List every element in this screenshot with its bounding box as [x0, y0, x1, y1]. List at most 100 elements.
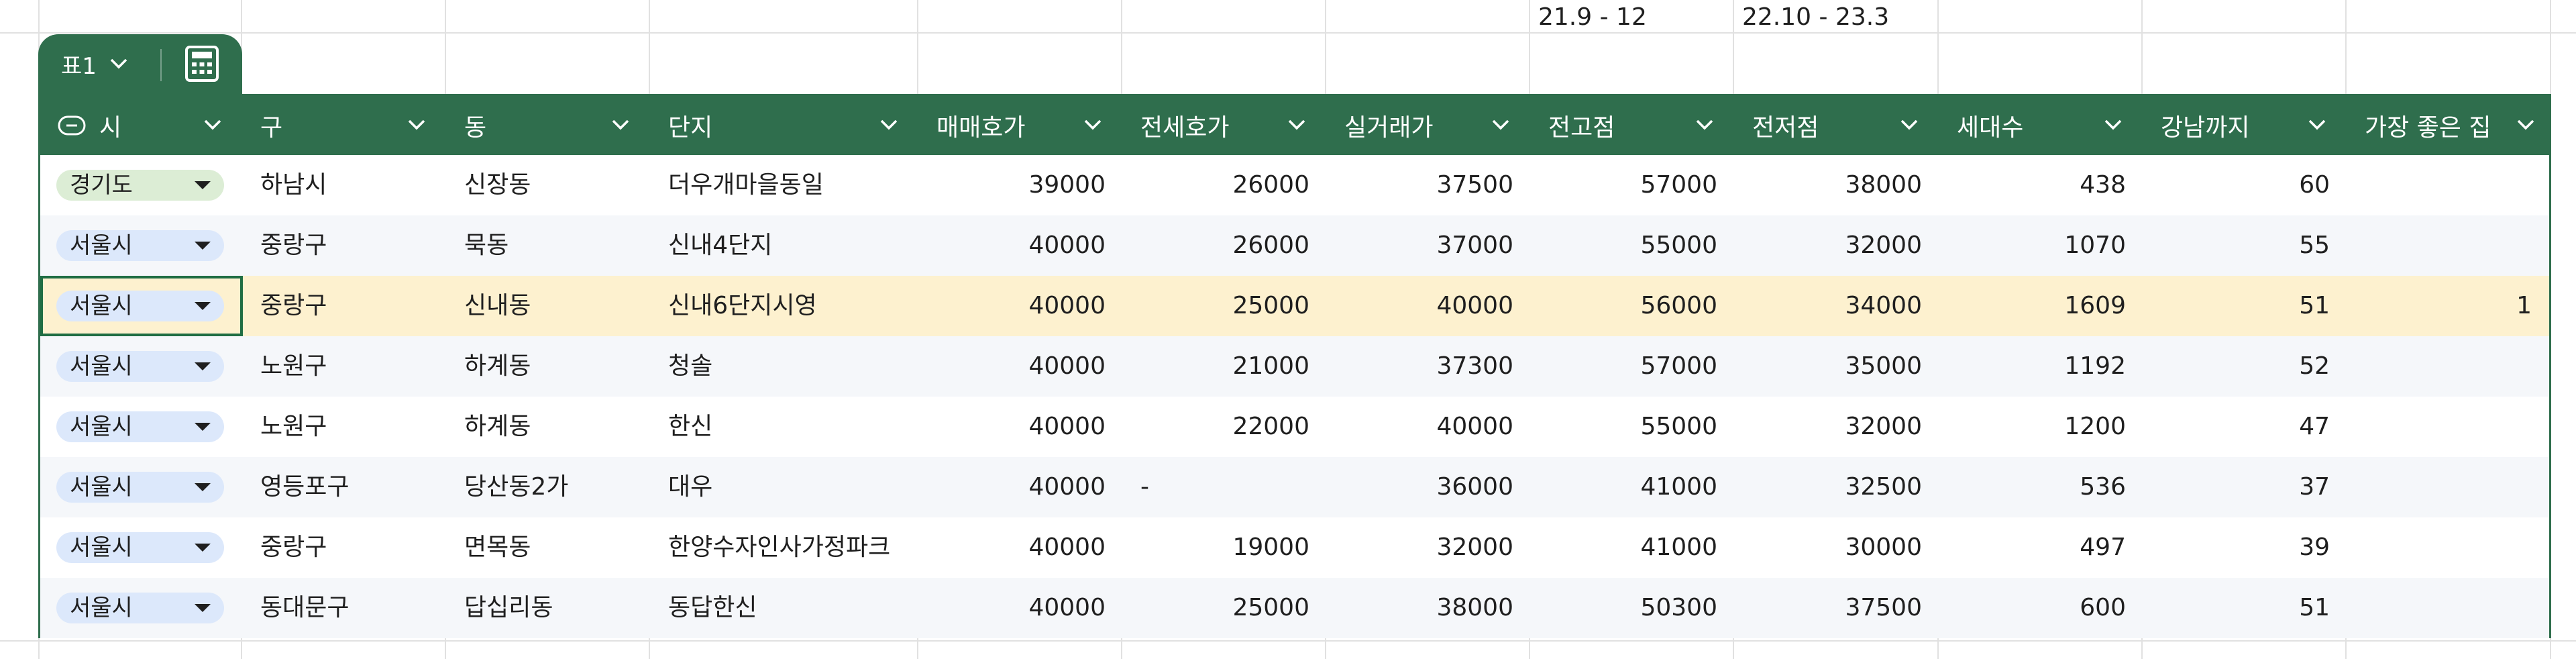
cell-best-home[interactable]: [2347, 397, 2549, 457]
table-row[interactable]: 서울시 노원구 하계동 한신 40000 22000 40000 55000 32000 1200…: [40, 397, 2549, 457]
city-select-chip[interactable]: 서울시: [56, 411, 224, 442]
cell-households[interactable]: 1200: [1939, 397, 2143, 457]
cell-sale-price[interactable]: 39000: [919, 155, 1123, 215]
cell-gu[interactable]: 중랑구: [243, 276, 447, 336]
cell-jeonse-price[interactable]: 22000: [1123, 397, 1327, 457]
cell-best-home[interactable]: [2347, 578, 2549, 638]
city-select-chip[interactable]: 서울시: [56, 230, 224, 261]
cell-jeonse-price[interactable]: -: [1123, 457, 1327, 517]
cell-dong[interactable]: 신장동: [447, 155, 651, 215]
cell-actual-price[interactable]: 37000: [1327, 215, 1531, 276]
cell-actual-price[interactable]: 40000: [1327, 397, 1531, 457]
column-header-gu[interactable]: 구: [243, 96, 447, 155]
cell-complex[interactable]: 한신: [651, 397, 919, 457]
cell-complex[interactable]: 신내6단지시영: [651, 276, 919, 336]
cell-best-home[interactable]: [2347, 336, 2549, 397]
cell-city[interactable]: 서울시: [40, 397, 243, 457]
cell-sale-price[interactable]: 40000: [919, 578, 1123, 638]
cell-gu[interactable]: 노원구: [243, 336, 447, 397]
cell-actual-price[interactable]: 40000: [1327, 276, 1531, 336]
cell-to-gangnam[interactable]: 51: [2143, 276, 2347, 336]
cell-gu[interactable]: 동대문구: [243, 578, 447, 638]
cell-prev-high[interactable]: 55000: [1531, 397, 1735, 457]
cell-city[interactable]: 경기도: [40, 155, 243, 215]
cell-to-gangnam[interactable]: 47: [2143, 397, 2347, 457]
cell-prev-high[interactable]: 56000: [1531, 276, 1735, 336]
cell-prev-low[interactable]: 32000: [1735, 215, 1939, 276]
cell-prev-high[interactable]: 41000: [1531, 457, 1735, 517]
cell-best-home[interactable]: [2347, 457, 2549, 517]
city-select-chip[interactable]: 서울시: [56, 351, 224, 382]
column-header-sale-price[interactable]: 매매호가: [919, 96, 1123, 155]
column-header-prev-high[interactable]: 전고점: [1531, 96, 1735, 155]
cell-households[interactable]: 497: [1939, 517, 2143, 578]
cell-jeonse-price[interactable]: 25000: [1123, 276, 1327, 336]
cell-dong[interactable]: 신내동: [447, 276, 651, 336]
table-name-dropdown[interactable]: 표1: [38, 34, 159, 94]
cell-households[interactable]: 1192: [1939, 336, 2143, 397]
cell-gu[interactable]: 영등포구: [243, 457, 447, 517]
table-row[interactable]: 서울시 노원구 하계동 청솔 40000 21000 37300 57000 35000 1192…: [40, 336, 2549, 397]
cell-jeonse-price[interactable]: 26000: [1123, 155, 1327, 215]
table-row[interactable]: 서울시 영등포구 당산동2가 대우 40000-36000 41000 32500 536 37: [40, 457, 2549, 517]
cell-sale-price[interactable]: 40000: [919, 336, 1123, 397]
cell-to-gangnam[interactable]: 37: [2143, 457, 2347, 517]
cell-gu[interactable]: 중랑구: [243, 215, 447, 276]
cell-complex[interactable]: 청솔: [651, 336, 919, 397]
city-select-chip[interactable]: 서울시: [56, 593, 224, 623]
cell-complex[interactable]: 신내4단지: [651, 215, 919, 276]
cell-dong[interactable]: 묵동: [447, 215, 651, 276]
cell-complex[interactable]: 한양수자인사가정파크: [651, 517, 919, 578]
cell-city[interactable]: 서울시: [40, 336, 243, 397]
cell-actual-price[interactable]: 38000: [1327, 578, 1531, 638]
cell-dong[interactable]: 당산동2가: [447, 457, 651, 517]
cell-prev-high[interactable]: 55000: [1531, 215, 1735, 276]
cell-gu[interactable]: 중랑구: [243, 517, 447, 578]
column-header-to-gangnam[interactable]: 강남까지: [2143, 96, 2347, 155]
cell-prev-high[interactable]: 57000: [1531, 336, 1735, 397]
cell-city[interactable]: 서울시: [40, 578, 243, 638]
cell-best-home[interactable]: [2347, 517, 2549, 578]
cell-households[interactable]: 438: [1939, 155, 2143, 215]
cell-sale-price[interactable]: 40000: [919, 397, 1123, 457]
table-row[interactable]: 서울시 중랑구 신내동 신내6단지시영 40000 25000 40000 56000 3400…: [40, 276, 2549, 336]
column-header-jeonse-price[interactable]: 전세호가: [1123, 96, 1327, 155]
cell-households[interactable]: 1609: [1939, 276, 2143, 336]
cell-to-gangnam[interactable]: 39: [2143, 517, 2347, 578]
calculator-button[interactable]: [175, 45, 229, 85]
column-header-prev-low[interactable]: 전저점: [1735, 96, 1939, 155]
cell-prev-low[interactable]: 32000: [1735, 397, 1939, 457]
column-header-city[interactable]: 시: [40, 96, 243, 155]
cell-households[interactable]: 536: [1939, 457, 2143, 517]
city-select-chip[interactable]: 서울시: [56, 291, 224, 321]
cell-to-gangnam[interactable]: 51: [2143, 578, 2347, 638]
cell-actual-price[interactable]: 36000: [1327, 457, 1531, 517]
cell-to-gangnam[interactable]: 55: [2143, 215, 2347, 276]
cell-prev-low[interactable]: 38000: [1735, 155, 1939, 215]
column-header-complex[interactable]: 단지: [651, 96, 919, 155]
cell-city[interactable]: 서울시: [40, 517, 243, 578]
cell-prev-high[interactable]: 41000: [1531, 517, 1735, 578]
cell-sale-price[interactable]: 40000: [919, 215, 1123, 276]
cell-prev-low[interactable]: 34000: [1735, 276, 1939, 336]
cell-city[interactable]: 서울시: [40, 457, 243, 517]
cell-dong[interactable]: 답십리동: [447, 578, 651, 638]
table-row[interactable]: 서울시 중랑구 묵동 신내4단지 40000 26000 37000 55000 32000 10…: [40, 215, 2549, 276]
column-header-dong[interactable]: 동: [447, 96, 651, 155]
cell-sale-price[interactable]: 40000: [919, 276, 1123, 336]
cell-prev-high[interactable]: 57000: [1531, 155, 1735, 215]
cell-gu[interactable]: 노원구: [243, 397, 447, 457]
column-header-best-home[interactable]: 가장 좋은 집: [2347, 96, 2549, 155]
cell-jeonse-price[interactable]: 26000: [1123, 215, 1327, 276]
column-header-households[interactable]: 세대수: [1939, 96, 2143, 155]
cell-city[interactable]: 서울시: [40, 276, 243, 336]
cell-actual-price[interactable]: 37300: [1327, 336, 1531, 397]
cell-prev-high[interactable]: 50300: [1531, 578, 1735, 638]
cell-dong[interactable]: 면목동: [447, 517, 651, 578]
column-header-actual-price[interactable]: 실거래가: [1327, 96, 1531, 155]
cell-prev-low[interactable]: 32500: [1735, 457, 1939, 517]
cell-jeonse-price[interactable]: 21000: [1123, 336, 1327, 397]
cell-sale-price[interactable]: 40000: [919, 517, 1123, 578]
table-row[interactable]: 서울시 중랑구 면목동 한양수자인사가정파크 40000 19000 32000 41000 3…: [40, 517, 2549, 578]
cell-actual-price[interactable]: 37500: [1327, 155, 1531, 215]
